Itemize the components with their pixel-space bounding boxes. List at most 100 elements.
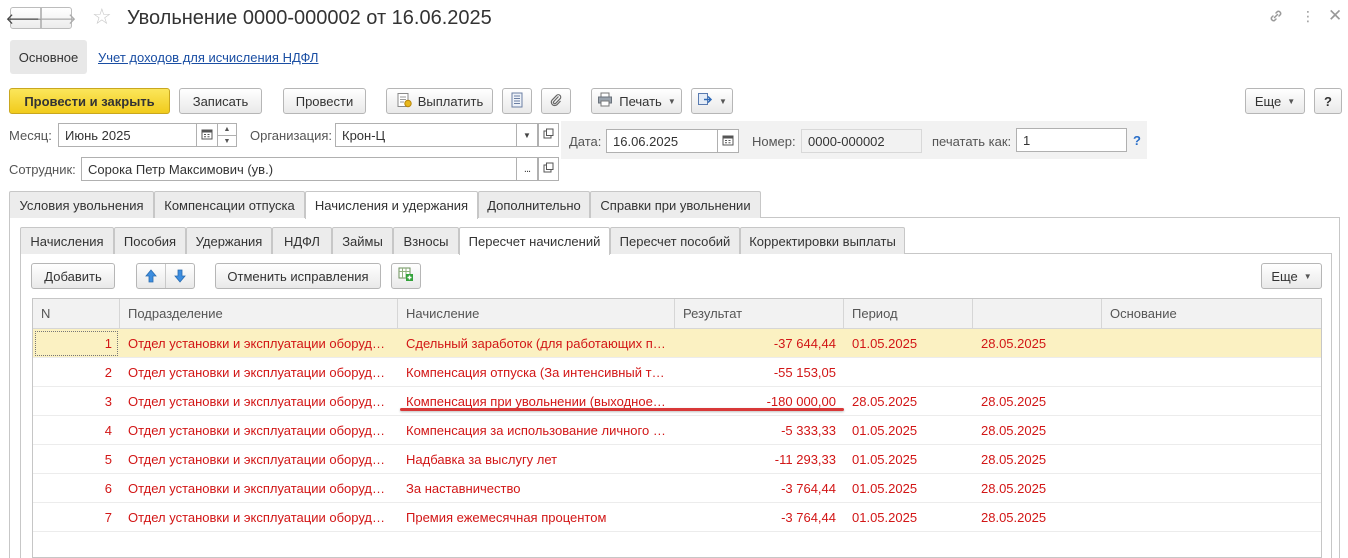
employee-open-button[interactable] xyxy=(538,157,559,181)
cell-period-to[interactable]: 28.05.2025 xyxy=(973,445,1102,474)
cell-n[interactable]: 7 xyxy=(33,503,120,532)
employee-field[interactable]: Сорока Петр Максимович (ув.) xyxy=(81,157,517,181)
tab-contributions[interactable]: Взносы xyxy=(393,227,459,254)
cell-period-to[interactable]: 28.05.2025 xyxy=(973,474,1102,503)
cell-basis[interactable] xyxy=(1102,503,1321,532)
cell-department[interactable]: Отдел установки и эксплуатации оборуд… xyxy=(120,329,398,358)
cell-accrual[interactable]: Компенсация за использование личного … xyxy=(398,416,675,445)
cell-department[interactable]: Отдел установки и эксплуатации оборуд… xyxy=(120,503,398,532)
column-header-department[interactable]: Подразделение xyxy=(120,299,398,329)
cell-accrual[interactable]: Сдельный заработок (для работающих п… xyxy=(398,329,675,358)
cell-period-to[interactable]: 28.05.2025 xyxy=(973,416,1102,445)
tab-accruals-deductions[interactable]: Начисления и удержания xyxy=(305,191,478,219)
tab-benefits[interactable]: Пособия xyxy=(114,227,186,254)
column-header-period-to[interactable] xyxy=(973,299,1102,329)
tab-dismissal-conditions[interactable]: Условия увольнения xyxy=(9,191,154,218)
cell-result[interactable]: -3 764,44 xyxy=(675,503,844,532)
calendar-button[interactable] xyxy=(196,123,218,147)
cell-period-from[interactable] xyxy=(844,358,973,387)
cell-department[interactable]: Отдел установки и эксплуатации оборуд… xyxy=(120,358,398,387)
favorite-star-icon[interactable]: ☆ xyxy=(92,5,112,29)
table-row[interactable]: 7 Отдел установки и эксплуатации оборуд… П… xyxy=(33,503,1321,532)
add-from-template-button[interactable] xyxy=(391,263,421,289)
tab-additional[interactable]: Дополнительно xyxy=(478,191,590,218)
cell-accrual[interactable]: Надбавка за выслугу лет xyxy=(398,445,675,474)
help-button[interactable]: ? xyxy=(1314,88,1342,114)
cell-period-to[interactable]: 28.05.2025 xyxy=(973,503,1102,532)
table-row[interactable]: 4 Отдел установки и эксплуатации оборуд… К… xyxy=(33,416,1321,445)
month-decrement-button[interactable]: ▼ xyxy=(217,135,237,147)
column-header-period-from[interactable]: Период xyxy=(844,299,973,329)
table-row[interactable]: 2 Отдел установки и эксплуатации оборуд… К… xyxy=(33,358,1321,387)
cell-n[interactable]: 2 xyxy=(33,358,120,387)
cancel-corrections-button[interactable]: Отменить исправления xyxy=(215,263,381,289)
cell-period-from[interactable]: 01.05.2025 xyxy=(844,445,973,474)
close-icon[interactable]: ✕ xyxy=(1328,6,1342,26)
link-icon[interactable] xyxy=(1268,8,1284,28)
cell-accrual[interactable]: За наставничество xyxy=(398,474,675,503)
number-field[interactable]: 0000-000002 xyxy=(801,129,922,153)
cell-n[interactable]: 6 xyxy=(33,474,120,503)
tab-vacation-compensation[interactable]: Компенсации отпуска xyxy=(154,191,305,218)
cell-basis[interactable] xyxy=(1102,445,1321,474)
save-button[interactable]: Записать xyxy=(179,88,262,114)
month-field[interactable]: Июнь 2025 xyxy=(58,123,197,147)
attach-button[interactable] xyxy=(541,88,571,114)
tab-deductions[interactable]: Удержания xyxy=(186,227,272,254)
cell-period-from[interactable]: 01.05.2025 xyxy=(844,474,973,503)
table-row[interactable]: 6 Отдел установки и эксплуатации оборуд… З… xyxy=(33,474,1321,503)
pay-button[interactable]: Выплатить xyxy=(386,88,493,114)
cell-period-from[interactable]: 28.05.2025 xyxy=(844,387,973,416)
print-button[interactable]: Печать ▼ xyxy=(591,88,682,114)
recalculation-table[interactable]: N Подразделение Начисление Результат Пер… xyxy=(32,298,1322,558)
table-row[interactable]: 5 Отдел установки и эксплуатации оборуд… Н… xyxy=(33,445,1321,474)
arrow-down-icon[interactable] xyxy=(166,264,194,288)
create-based-on-button[interactable]: ▼ xyxy=(691,88,733,114)
print-as-field[interactable]: 1 xyxy=(1016,128,1127,152)
cell-department[interactable]: Отдел установки и эксплуатации оборуд… xyxy=(120,416,398,445)
cell-result[interactable]: -55 153,05 xyxy=(675,358,844,387)
tab-payment-adjustments[interactable]: Корректировки выплаты xyxy=(740,227,905,254)
post-and-close-button[interactable]: Провести и закрыть xyxy=(9,88,170,114)
cell-n[interactable]: 5 xyxy=(33,445,120,474)
organization-open-button[interactable] xyxy=(538,123,559,147)
cell-department[interactable]: Отдел установки и эксплуатации оборуд… xyxy=(120,387,398,416)
cell-basis[interactable] xyxy=(1102,416,1321,445)
arrow-up-icon[interactable] xyxy=(137,264,166,288)
forward-button[interactable]: 🡒 xyxy=(36,7,77,29)
column-header-result[interactable]: Результат xyxy=(675,299,844,329)
tab-loans[interactable]: Займы xyxy=(332,227,393,254)
report-button[interactable] xyxy=(502,88,532,114)
column-header-accrual[interactable]: Начисление xyxy=(398,299,675,329)
cell-result[interactable]: -5 333,33 xyxy=(675,416,844,445)
table-row[interactable]: 3 Отдел установки и эксплуатации оборуд… К… xyxy=(33,387,1321,416)
more-vertical-icon[interactable]: ⋮ xyxy=(1301,9,1315,23)
table-row[interactable]: 1 Отдел установки и эксплуатации оборуд… С… xyxy=(33,329,1321,358)
date-calendar-button[interactable] xyxy=(717,129,739,153)
cell-period-to[interactable] xyxy=(973,358,1102,387)
tab-benefits-recalculation[interactable]: Пересчет пособий xyxy=(610,227,740,254)
more-button[interactable]: Еще ▼ xyxy=(1245,88,1305,114)
date-field[interactable]: 16.06.2025 xyxy=(606,129,718,153)
cell-period-from[interactable]: 01.05.2025 xyxy=(844,416,973,445)
cell-result[interactable]: -37 644,44 xyxy=(675,329,844,358)
table-more-button[interactable]: Еще ▼ xyxy=(1261,263,1322,289)
employee-select-button[interactable]: ... xyxy=(516,157,538,181)
section-main[interactable]: Основное xyxy=(10,40,87,74)
organization-field[interactable]: Крон-Ц xyxy=(335,123,517,147)
cell-basis[interactable] xyxy=(1102,329,1321,358)
add-button[interactable]: Добавить xyxy=(31,263,115,289)
section-link-ndfl-income[interactable]: Учет доходов для исчисления НДФЛ xyxy=(98,50,318,65)
tab-accruals-recalculation[interactable]: Пересчет начислений xyxy=(459,227,610,255)
post-button[interactable]: Провести xyxy=(283,88,366,114)
cell-n[interactable]: 4 xyxy=(33,416,120,445)
organization-dropdown-button[interactable]: ▼ xyxy=(516,123,538,147)
cell-department[interactable]: Отдел установки и эксплуатации оборуд… xyxy=(120,474,398,503)
cell-accrual[interactable]: Компенсация при увольнении (выходное… xyxy=(398,387,675,416)
cell-period-from[interactable]: 01.05.2025 xyxy=(844,503,973,532)
cell-result[interactable]: -180 000,00 xyxy=(675,387,844,416)
cell-department[interactable]: Отдел установки и эксплуатации оборуд… xyxy=(120,445,398,474)
cell-result[interactable]: -11 293,33 xyxy=(675,445,844,474)
cell-basis[interactable] xyxy=(1102,474,1321,503)
tab-dismissal-certificates[interactable]: Справки при увольнении xyxy=(590,191,761,218)
